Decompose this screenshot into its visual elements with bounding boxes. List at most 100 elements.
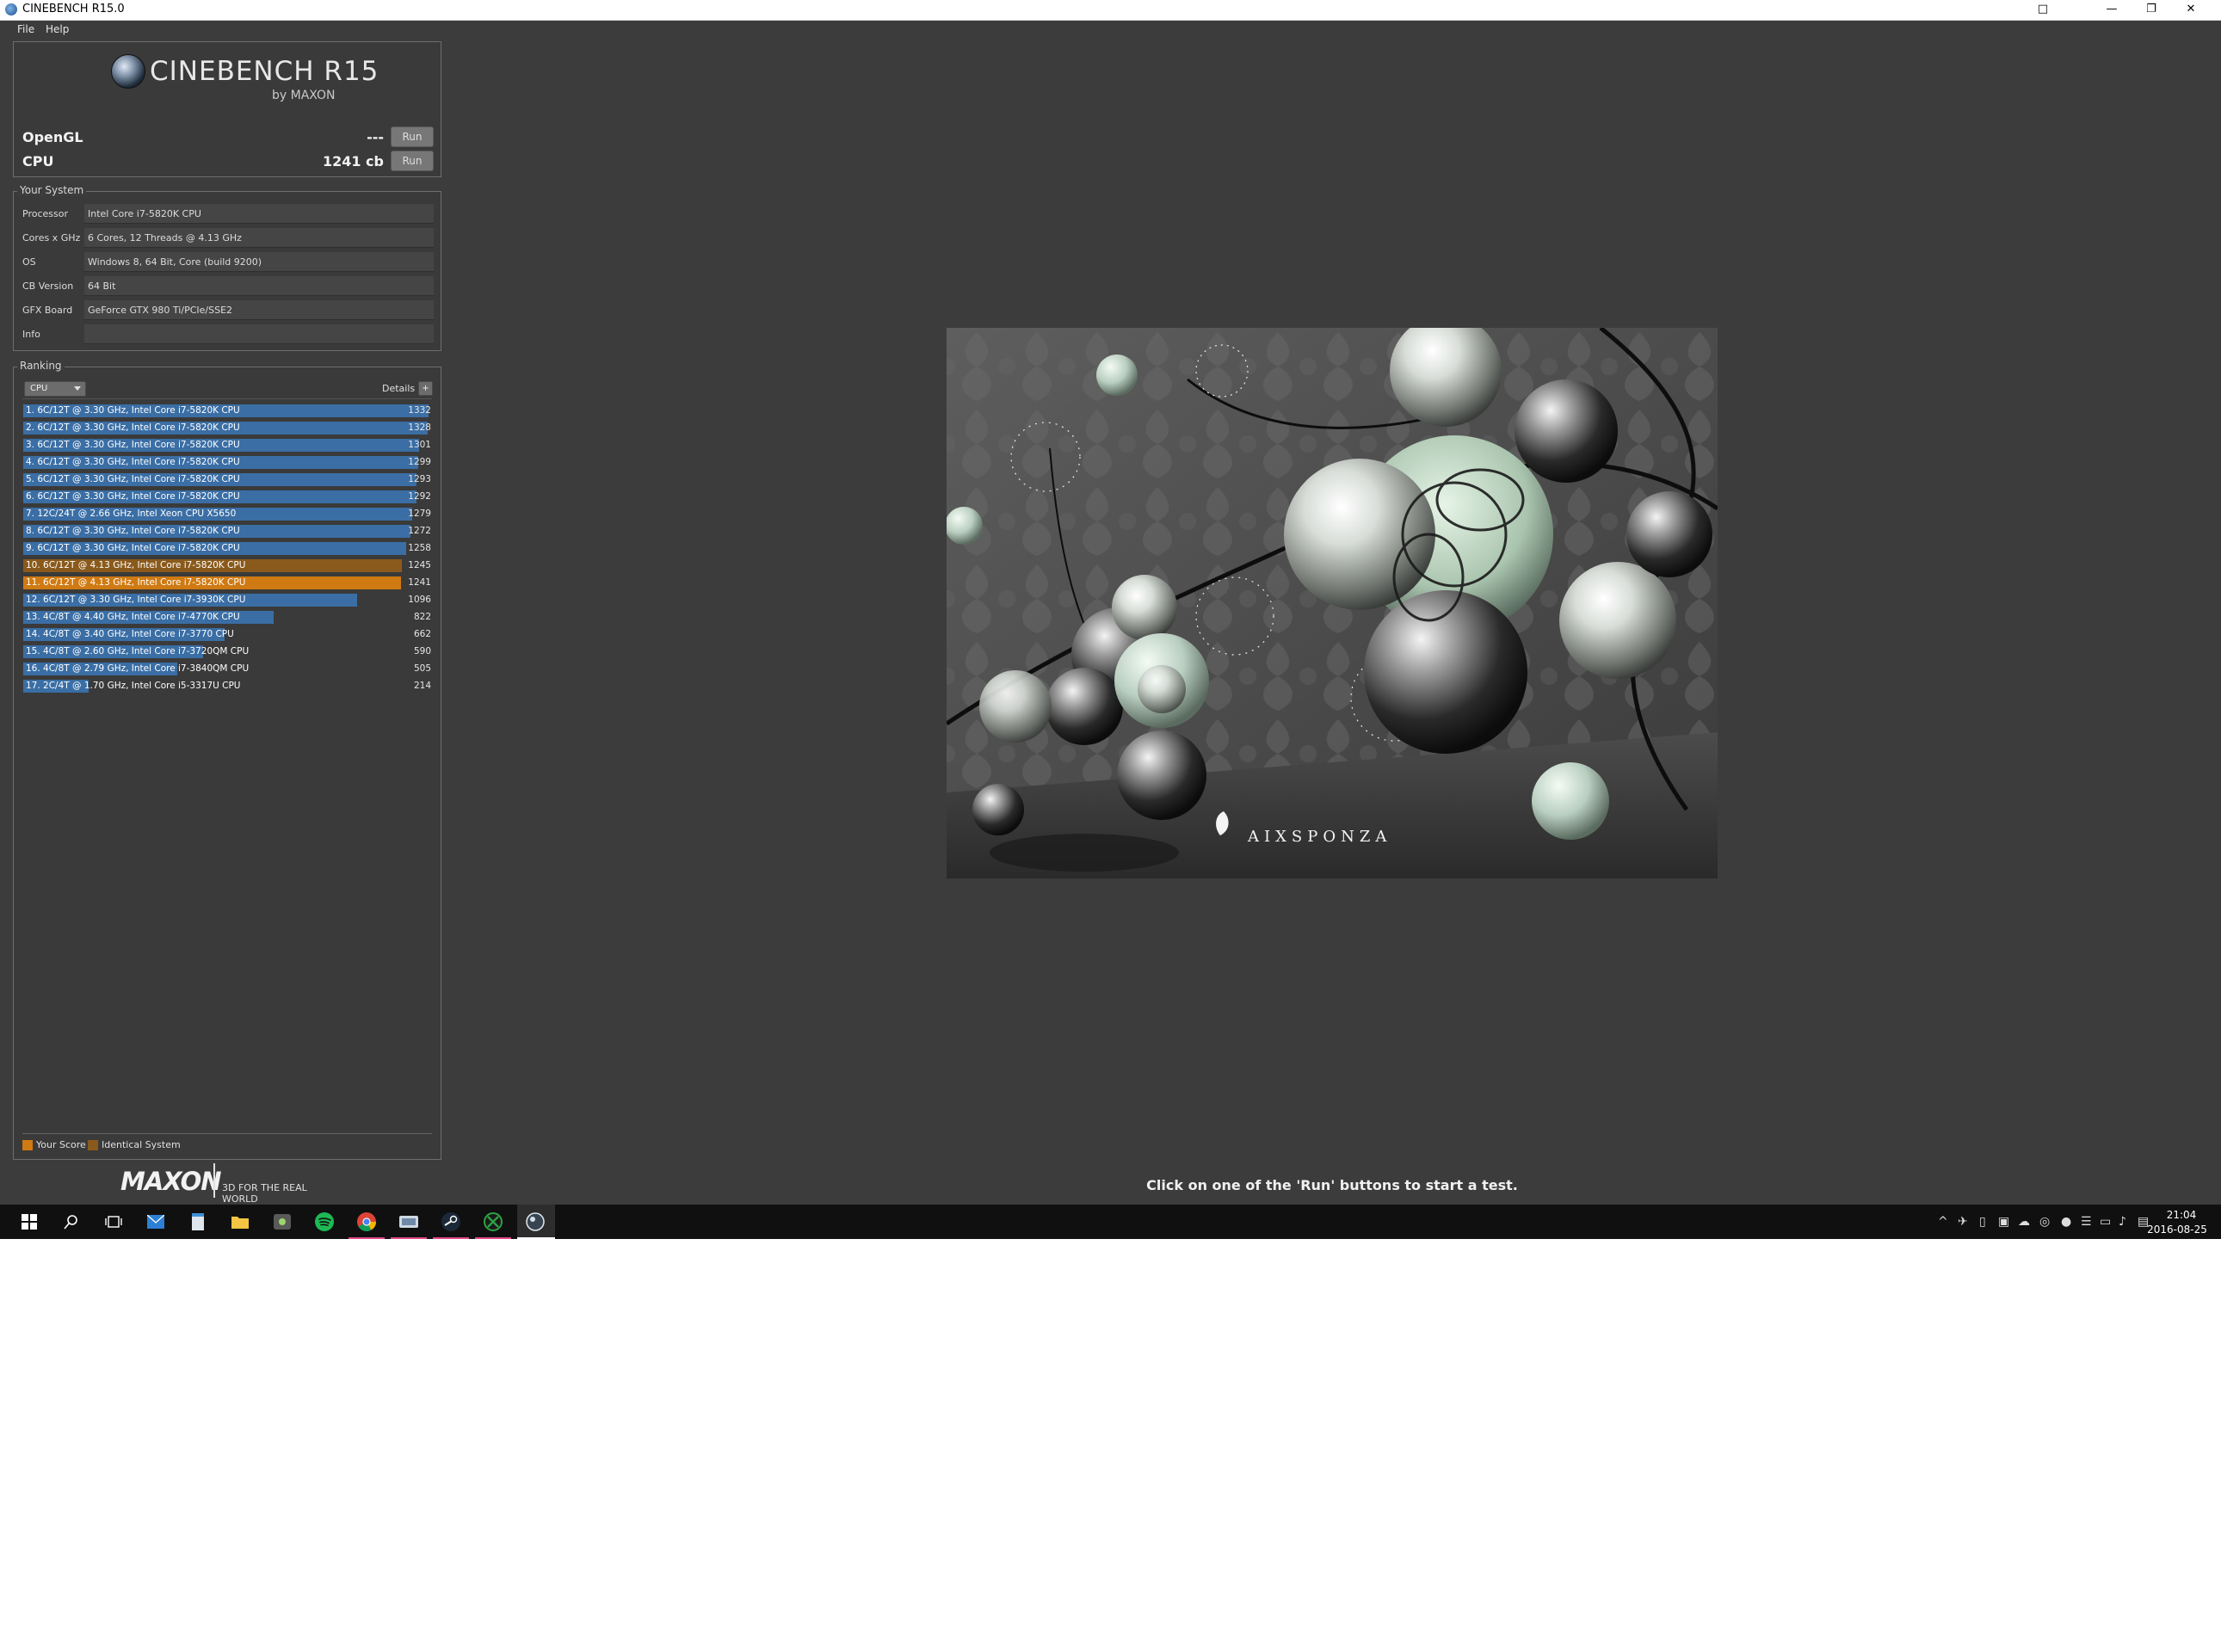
ranking-row[interactable]: 16. 4C/8T @ 2.79 GHz, Intel Core i7-3840… — [23, 662, 433, 675]
active-app-highlight — [517, 1205, 555, 1239]
ranking-row[interactable]: 4. 6C/12T @ 3.30 GHz, Intel Core i7-5820… — [23, 455, 433, 469]
sys-value: Intel Core i7-5820K CPU — [88, 208, 201, 219]
ranking-score: 1332 — [408, 405, 431, 416]
tray-app-icon[interactable]: ◎ — [2039, 1215, 2050, 1229]
ranking-row[interactable]: 17. 2C/4T @ 1.70 GHz, Intel Core i5-3317… — [23, 679, 433, 693]
info-field[interactable] — [84, 324, 434, 344]
tray-overflow-icon[interactable]: ^ — [1938, 1215, 1948, 1229]
close-button[interactable]: ✕ — [2172, 0, 2210, 19]
ranking-row[interactable]: 9. 6C/12T @ 3.30 GHz, Intel Core i7-5820… — [23, 541, 433, 555]
sys-value-field[interactable]: Intel Core i7-5820K CPU — [84, 204, 434, 224]
ranking-row[interactable]: 7. 12C/24T @ 2.66 GHz, Intel Xeon CPU X5… — [23, 507, 433, 521]
media-app-icon[interactable] — [272, 1211, 293, 1232]
notepad-icon[interactable] — [188, 1211, 208, 1232]
spotify-icon[interactable] — [314, 1211, 335, 1232]
ranking-type-select[interactable]: CPU — [24, 381, 86, 397]
ranking-label: 15. 4C/8T @ 2.60 GHz, Intel Core i7-3720… — [26, 646, 250, 656]
ranking-label: 9. 6C/12T @ 3.30 GHz, Intel Core i7-5820… — [26, 543, 240, 553]
file-explorer-icon[interactable] — [230, 1211, 250, 1232]
network-icon[interactable]: ▭ — [2100, 1215, 2111, 1229]
cpu-score: 1241 cb — [322, 153, 384, 170]
legend-identical-system: Identical System — [102, 1139, 181, 1150]
your-system-heading: Your System — [17, 184, 87, 196]
sys-value-field[interactable]: 64 Bit — [84, 276, 434, 296]
windows-start-icon[interactable] — [19, 1211, 40, 1232]
ranking-label: 13. 4C/8T @ 4.40 GHz, Intel Core i7-4770… — [26, 612, 240, 622]
xbox-icon[interactable] — [483, 1211, 503, 1232]
divider — [213, 1163, 215, 1198]
ranking-row[interactable]: 14. 4C/8T @ 3.40 GHz, Intel Core i7-3770… — [23, 627, 433, 641]
ranking-score: 1299 — [408, 457, 431, 467]
ranking-score: 1096 — [408, 595, 431, 605]
volume-icon[interactable]: ♪ — [2119, 1215, 2126, 1229]
cpu-run-button[interactable]: Run — [391, 151, 434, 171]
maxon-tagline: 3D FOR THE REAL WORLD — [222, 1182, 307, 1205]
divider — [22, 1133, 432, 1134]
ranking-label: 4. 6C/12T @ 3.30 GHz, Intel Core i7-5820… — [26, 457, 240, 467]
your-score-swatch — [22, 1140, 33, 1150]
menu-file[interactable]: File — [17, 23, 34, 35]
ranking-row[interactable]: 12. 6C/12T @ 3.30 GHz, Intel Core i7-393… — [23, 593, 433, 607]
ranking-score: 1272 — [408, 526, 431, 536]
search-icon[interactable] — [61, 1211, 82, 1232]
ranking-row[interactable]: 2. 6C/12T @ 3.30 GHz, Intel Core i7-5820… — [23, 421, 433, 435]
ranking-row[interactable]: 5. 6C/12T @ 3.30 GHz, Intel Core i7-5820… — [23, 472, 433, 486]
ranking-row[interactable]: 1. 6C/12T @ 3.30 GHz, Intel Core i7-5820… — [23, 404, 433, 417]
chrome-icon[interactable] — [356, 1211, 377, 1232]
sys-key: OS — [22, 256, 36, 268]
ranking-row[interactable]: 15. 4C/8T @ 2.60 GHz, Intel Core i7-3720… — [23, 644, 433, 658]
minimize-button[interactable]: — — [2093, 0, 2131, 19]
restore-button[interactable]: ❐ — [2132, 0, 2170, 19]
test-row-cpu: CPU 1241 cb Run — [22, 151, 434, 173]
tray-steam-icon[interactable]: ● — [2061, 1215, 2071, 1229]
ranking-score: 1301 — [408, 440, 431, 450]
ranking-score: 1293 — [408, 474, 431, 484]
sys-value-field[interactable]: GeForce GTX 980 Ti/PCIe/SSE2 — [84, 300, 434, 320]
ranking-panel: Ranking CPU Details + 1. 6C/12T @ 3.30 G… — [13, 360, 441, 1160]
active-indicator — [349, 1237, 385, 1239]
remote-desktop-icon[interactable] — [398, 1211, 419, 1232]
ranking-score: 1328 — [408, 422, 431, 433]
tablet-mode-icon[interactable]: □ — [2024, 0, 2062, 19]
opengl-label: OpenGL — [22, 129, 83, 145]
ranking-label: 8. 6C/12T @ 3.30 GHz, Intel Core i7-5820… — [26, 526, 240, 536]
ranking-label: 1. 6C/12T @ 3.30 GHz, Intel Core i7-5820… — [26, 405, 240, 416]
ranking-score: 1258 — [408, 543, 431, 553]
sys-value: GeForce GTX 980 Ti/PCIe/SSE2 — [88, 305, 233, 316]
ranking-row[interactable]: 13. 4C/8T @ 4.40 GHz, Intel Core i7-4770… — [23, 610, 433, 624]
clock-date[interactable]: 2016-08-25 — [2143, 1224, 2212, 1236]
ranking-row[interactable]: 6. 6C/12T @ 3.30 GHz, Intel Core i7-5820… — [23, 490, 433, 503]
tray-app-icon[interactable]: ☰ — [2081, 1215, 2092, 1229]
ranking-row[interactable]: 10. 6C/12T @ 4.13 GHz, Intel Core i7-582… — [23, 558, 433, 572]
ranking-label: 11. 6C/12T @ 4.13 GHz, Intel Core i7-582… — [26, 577, 246, 588]
tray-app-icon[interactable]: ✈ — [1958, 1215, 1968, 1229]
tray-app-icon[interactable]: ▣ — [1998, 1215, 2009, 1229]
sys-value: 6 Cores, 12 Threads @ 4.13 GHz — [88, 232, 242, 243]
your-system-panel: Your System Processor Intel Core i7-5820… — [13, 184, 441, 351]
mail-icon[interactable] — [145, 1211, 166, 1232]
clock-time[interactable]: 21:04 — [2160, 1209, 2203, 1221]
active-indicator — [433, 1237, 469, 1239]
ranking-row[interactable]: 11. 6C/12T @ 4.13 GHz, Intel Core i7-582… — [23, 576, 433, 589]
task-view-icon[interactable] — [103, 1211, 124, 1232]
ranking-score: 1245 — [408, 560, 431, 570]
active-indicator — [475, 1237, 511, 1239]
sys-row-os: OS Windows 8, 64 Bit, Core (build 9200) — [22, 252, 434, 273]
sys-key: Cores x GHz — [22, 232, 81, 243]
logo-subtitle: by MAXON — [272, 89, 336, 102]
render-scene: AIXSPONZA — [947, 328, 1718, 878]
tray-app-icon[interactable]: ☁ — [2018, 1215, 2030, 1229]
render-watermark: AIXSPONZA — [1247, 828, 1391, 846]
opengl-run-button[interactable]: Run — [391, 126, 434, 147]
sys-value-field[interactable]: Windows 8, 64 Bit, Core (build 9200) — [84, 252, 434, 272]
sys-row-info: Info — [22, 324, 434, 345]
ranking-type-value: CPU — [30, 384, 48, 393]
cpu-label: CPU — [22, 153, 54, 170]
ranking-row[interactable]: 8. 6C/12T @ 3.30 GHz, Intel Core i7-5820… — [23, 524, 433, 538]
ranking-row[interactable]: 3. 6C/12T @ 3.30 GHz, Intel Core i7-5820… — [23, 438, 433, 452]
tray-app-icon[interactable]: ▯ — [1979, 1215, 1986, 1229]
steam-icon[interactable] — [441, 1211, 461, 1232]
sys-value-field[interactable]: 6 Cores, 12 Threads @ 4.13 GHz — [84, 228, 434, 248]
menu-help[interactable]: Help — [46, 23, 69, 35]
details-toggle-button[interactable]: + — [418, 381, 433, 396]
